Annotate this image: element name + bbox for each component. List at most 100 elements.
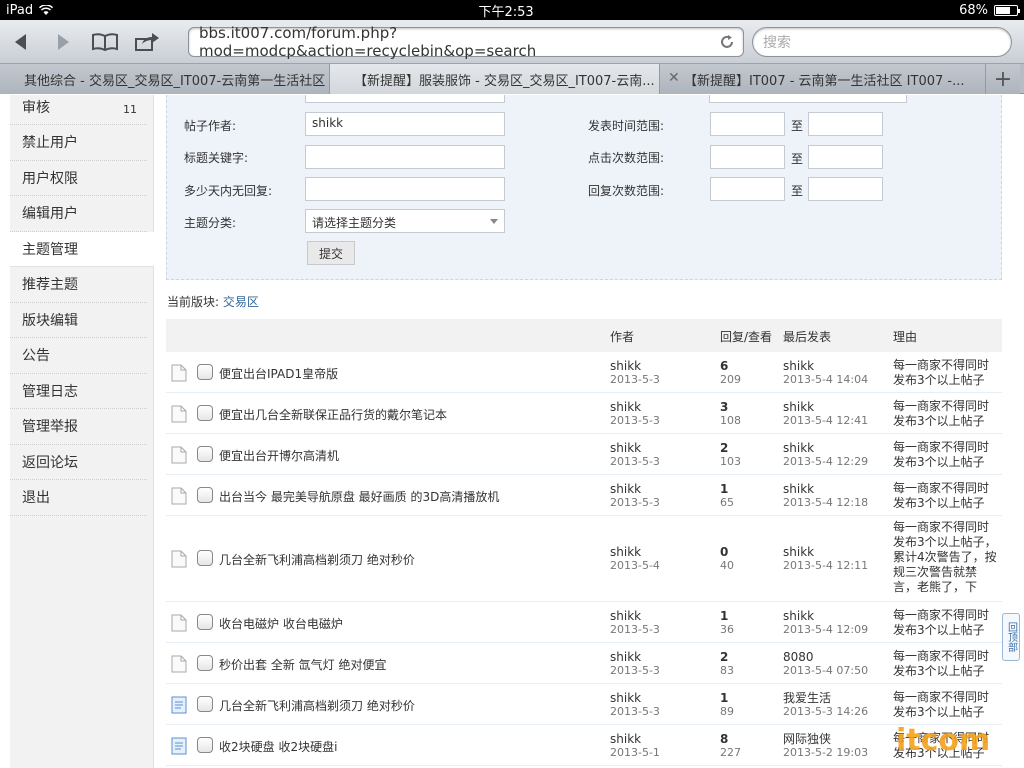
thread-title[interactable]: 出台当今 最完美导航原盘 最好画质 的3D高清播放机 <box>219 488 499 505</box>
sidebar-item-recommend-thread[interactable]: 推荐主题 <box>10 267 147 303</box>
last-post-user[interactable]: shikk <box>783 482 868 496</box>
last-post-user[interactable]: shikk <box>783 441 868 455</box>
last-post-user[interactable]: shikk <box>783 400 868 414</box>
thread-checkbox[interactable] <box>197 404 213 421</box>
close-tab-icon[interactable]: ✕ <box>668 70 680 86</box>
author-name[interactable]: shikk <box>610 359 660 373</box>
sidebar-item-forum-edit[interactable]: 版块编辑 <box>10 303 147 338</box>
forward-button[interactable] <box>42 26 84 58</box>
thread-checkbox[interactable] <box>197 445 213 462</box>
thread-checkbox[interactable] <box>197 736 213 753</box>
view-count: 83 <box>720 663 734 677</box>
thread-checkbox[interactable] <box>197 695 213 712</box>
sidebar-item-label: 主题管理 <box>22 241 78 258</box>
sidebar-item-thread-management[interactable]: 主题管理 <box>10 231 154 267</box>
last-post-user[interactable]: shikk <box>783 545 868 559</box>
category-select[interactable]: 请选择主题分类 <box>305 209 505 233</box>
post-date: 2013-5-3 <box>610 663 660 677</box>
back-to-top-button[interactable]: 回顶部 <box>1002 613 1020 661</box>
author-name[interactable]: shikk <box>610 441 660 455</box>
no-reply-days-input[interactable] <box>305 177 505 201</box>
author-name[interactable]: shikk <box>610 732 660 746</box>
current-forum-link[interactable]: 交易区 <box>223 295 259 309</box>
sidebar-item-review[interactable]: 审核 11 <box>10 95 147 125</box>
thread-checkbox[interactable] <box>197 363 213 380</box>
table-row[interactable]: 几台全新飞利浦高档剃须刀 绝对秒价 shikk 2013-5-3 1 89 我爱生活 201… <box>166 684 1002 725</box>
view-count: 227 <box>720 745 741 759</box>
author-name[interactable]: shikk <box>610 609 660 623</box>
thread-title[interactable]: 便宜出台开博尔高清机 <box>219 447 339 464</box>
thread-icon <box>171 405 187 423</box>
last-post: 网际独侠 2013-5-2 19:03 <box>783 732 868 760</box>
time-from-input[interactable] <box>710 112 785 136</box>
browser-tab[interactable]: 其他综合 - 交易区_交易区_IT007-云南第一生活社区 <box>0 64 330 94</box>
keyword-input[interactable] <box>305 145 505 169</box>
thread-stats: 8 227 <box>720 732 741 760</box>
view-count: 209 <box>720 372 741 386</box>
table-row[interactable]: 便宜出台IPAD1皇帝版 shikk 2013-5-3 6 209 shikk 2013-5… <box>166 352 1002 393</box>
thread-title[interactable]: 几台全新飞利浦高档剃须刀 绝对秒价 <box>219 697 415 714</box>
submit-button[interactable]: 提交 <box>307 241 355 265</box>
thread-title[interactable]: 收台电磁炉 收台电磁炉 <box>219 615 343 632</box>
sidebar-item-label: 禁止用户 <box>22 135 78 152</box>
sidebar-item-user-permissions[interactable]: 用户权限 <box>10 161 147 196</box>
thread-title[interactable]: 秒价出套 全新 氙气灯 绝对便宜 <box>219 656 386 673</box>
sidebar-item-announcement[interactable]: 公告 <box>10 338 147 374</box>
time-to-input[interactable] <box>808 112 883 136</box>
sidebar-item-reports[interactable]: 管理举报 <box>10 409 147 445</box>
thread-title[interactable]: 几台全新飞利浦高档剃须刀 绝对秒价 <box>219 551 415 568</box>
thread-stats: 1 65 <box>720 482 734 510</box>
sidebar-item-mod-log[interactable]: 管理日志 <box>10 374 147 409</box>
browser-tab[interactable]: ✕ 【新提醒】IT007 - 云南第一生活社区 IT007 -... <box>660 64 986 94</box>
author-name[interactable]: shikk <box>610 400 660 414</box>
last-post-user[interactable]: 我爱生活 <box>783 691 868 705</box>
share-button[interactable] <box>126 26 168 58</box>
sidebar-item-edit-user[interactable]: 编辑用户 <box>10 196 147 232</box>
replies-from-input[interactable] <box>710 177 785 201</box>
table-row[interactable]: 收台电磁炉 收台电磁炉 shikk 2013-5-3 1 36 shikk 2013-5-4… <box>166 602 1002 643</box>
thread-title[interactable]: 便宜出几台全新联保正品行货的戴尔笔记本 <box>219 406 447 423</box>
thread-title[interactable]: 收2块硬盘 收2块硬盘i <box>219 738 337 755</box>
replies-to-input[interactable] <box>808 177 883 201</box>
no-reply-days-label: 多少天内无回复: <box>184 184 273 198</box>
author-name[interactable]: shikk <box>610 545 660 559</box>
views-to-input[interactable] <box>808 145 883 169</box>
search-input[interactable]: 搜索 <box>752 27 1012 57</box>
table-row[interactable]: 便宜出几台全新联保正品行货的戴尔笔记本 shikk 2013-5-3 3 108 shik… <box>166 393 1002 434</box>
table-row[interactable]: 便宜出台开博尔高清机 shikk 2013-5-3 2 103 shikk 2013-5-4… <box>166 434 1002 475</box>
thread-checkbox[interactable] <box>197 486 213 503</box>
partial-input[interactable] <box>709 95 907 103</box>
views-from-input[interactable] <box>710 145 785 169</box>
last-post-user[interactable]: shikk <box>783 359 868 373</box>
author-name[interactable]: shikk <box>610 482 660 496</box>
last-post-user[interactable]: 网际独侠 <box>783 732 868 746</box>
replies-range-label: 回复次数范围: <box>588 184 665 198</box>
table-row[interactable]: 秒价出套 全新 氙气灯 绝对便宜 shikk 2013-5-3 2 83 8080 2013… <box>166 643 1002 684</box>
sidebar-item-back-to-forum[interactable]: 返回论坛 <box>10 445 147 480</box>
sidebar-item-ban-user[interactable]: 禁止用户 <box>10 125 147 161</box>
last-post-user[interactable]: shikk <box>783 609 868 623</box>
thread-checkbox[interactable] <box>197 654 213 671</box>
browser-tab-active[interactable]: 【新提醒】服装服饰 - 交易区_交易区_IT007-云南... <box>330 64 660 94</box>
last-post-time: 2013-5-2 19:03 <box>783 745 869 759</box>
table-row[interactable]: 几台全新飞利浦高档剃须刀 绝对秒价 shikk 2013-5-4 0 40 shikk 20… <box>166 516 1002 602</box>
table-row[interactable]: 出台当今 最完美导航原盘 最好画质 的3D高清播放机 shikk 2013-5-3 1… <box>166 475 1002 516</box>
partial-input[interactable] <box>305 95 505 103</box>
thread-checkbox[interactable] <box>197 550 213 566</box>
view-count: 65 <box>720 495 734 509</box>
last-post: shikk 2013-5-4 12:29 <box>783 441 868 469</box>
new-tab-button[interactable]: + <box>986 64 1020 94</box>
bookmarks-button[interactable] <box>84 26 126 58</box>
table-row[interactable]: 收2块硬盘 收2块硬盘i shikk 2013-5-1 8 227 网际独侠 2013-5-… <box>166 725 1002 766</box>
author-name[interactable]: shikk <box>610 691 660 705</box>
tab-bar: 其他综合 - 交易区_交易区_IT007-云南第一生活社区 【新提醒】服装服饰 … <box>0 64 1024 94</box>
back-button[interactable] <box>0 26 42 58</box>
author-name[interactable]: shikk <box>610 650 660 664</box>
thread-checkbox[interactable] <box>197 613 213 630</box>
sidebar-item-logout[interactable]: 退出 <box>10 480 147 516</box>
address-bar[interactable]: bbs.it007.com/forum.php?mod=modcp&action… <box>188 24 744 60</box>
reload-icon[interactable] <box>719 34 735 50</box>
thread-title[interactable]: 便宜出台IPAD1皇帝版 <box>219 365 338 382</box>
author-input[interactable]: shikk <box>305 112 505 136</box>
last-post-user[interactable]: 8080 <box>783 650 868 664</box>
